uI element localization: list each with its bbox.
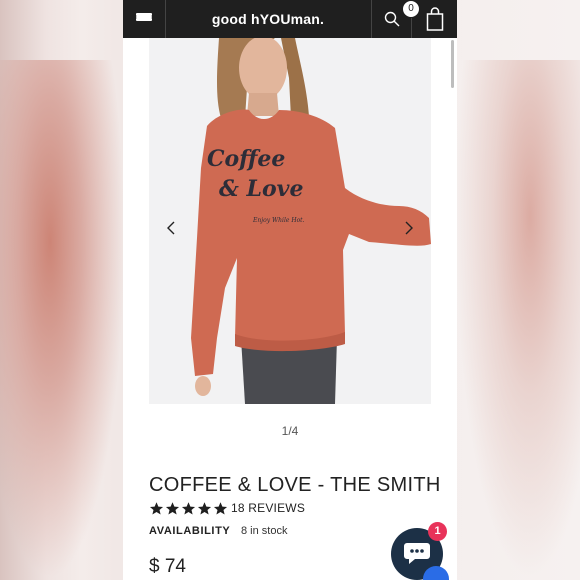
chat-notification-badge: 1 <box>428 522 447 541</box>
background-blur-right <box>455 60 580 580</box>
accessibility-button[interactable] <box>423 566 449 580</box>
product-title: COFFEE & LOVE - THE SMITH <box>149 474 441 496</box>
chevron-left-icon[interactable] <box>163 220 179 238</box>
menu-button[interactable] <box>123 0 166 38</box>
scrollbar[interactable] <box>451 40 454 88</box>
sweatshirt-print-tagline: Enjoy While Hot. <box>252 217 305 224</box>
hamburger-menu-icon <box>136 13 152 25</box>
rating-row[interactable]: 18 REVIEWS <box>149 500 305 516</box>
top-navigation-bar: good hYOUman. 0 <box>123 0 457 38</box>
model-in-sweatshirt-image: Coffee & Love Enjoy While Hot. <box>149 38 431 404</box>
product-image[interactable]: Coffee & Love Enjoy While Hot. <box>149 38 431 404</box>
sweatshirt-print-line1: Coffee <box>207 146 285 172</box>
star-icon <box>181 501 196 514</box>
star-icon <box>197 501 212 514</box>
star-icon <box>213 501 228 514</box>
chat-bubble-icon <box>404 543 430 564</box>
star-icon <box>149 501 164 514</box>
availability-label: AVAILABILITY <box>149 525 231 537</box>
phone-screen: good hYOUman. 0 Coffee & Love Enjoy Whil… <box>123 0 457 580</box>
cart-count-badge: 0 <box>402 0 420 18</box>
brand-logo[interactable]: good hYOUman. <box>165 0 371 38</box>
image-pager: 1/4 <box>281 424 299 438</box>
star-icon <box>165 501 180 514</box>
search-icon <box>384 11 400 27</box>
sweatshirt-print-line2: & Love <box>219 176 303 202</box>
reviews-link[interactable]: 18 REVIEWS <box>231 501 305 515</box>
product-price: $ 74 <box>149 556 186 577</box>
star-rating <box>149 501 228 516</box>
chevron-right-icon[interactable] <box>401 220 417 238</box>
stock-status: 8 in stock <box>241 525 288 537</box>
background-blur-left <box>0 60 125 580</box>
shopping-bag-icon <box>426 7 444 31</box>
